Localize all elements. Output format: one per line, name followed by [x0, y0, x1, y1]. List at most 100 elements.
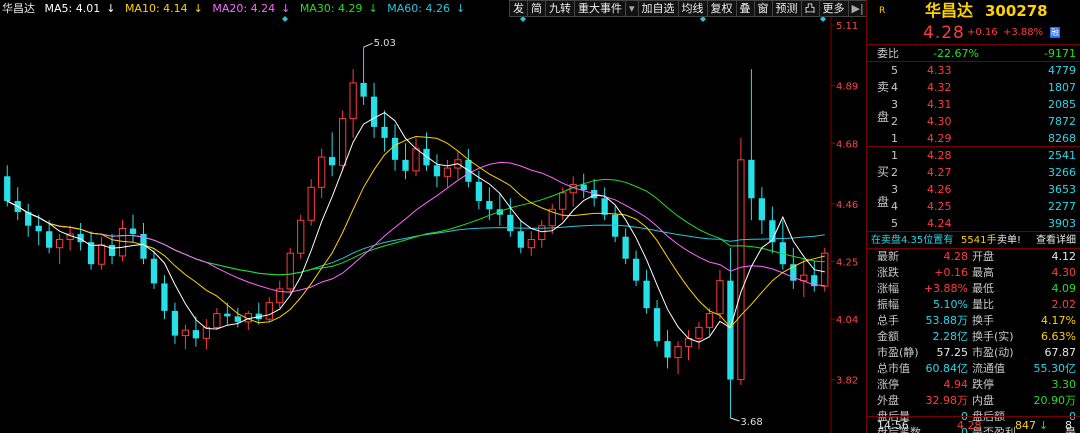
- price-change: +0.16: [967, 27, 998, 38]
- buy-order-row[interactable]: 4 4.25 2277: [867, 198, 1080, 215]
- stat-label: 外盘: [877, 394, 899, 407]
- toolbar-overlay-button[interactable]: 叠: [735, 0, 755, 17]
- tick-volume: 847: [1015, 419, 1036, 432]
- stat-row: 市盈(静) 57.25 市盈(动) 67.87: [867, 345, 1080, 361]
- legend-stock-name: 华昌达: [2, 2, 35, 15]
- stat-value: +3.88%: [923, 282, 968, 295]
- toolbar-convex-button[interactable]: 凸: [800, 0, 820, 17]
- stat-label: 涨停: [877, 378, 899, 391]
- candle-body: [297, 219, 305, 254]
- candle-body: [129, 228, 137, 234]
- candle-body: [580, 184, 587, 191]
- candle-body: [737, 159, 745, 381]
- candle-body: [622, 236, 629, 259]
- candle-body: [443, 167, 452, 177]
- stat-label: 振幅: [877, 298, 899, 311]
- big-order-notice[interactable]: 在卖盘4.35位置有 5541手 卖单! 查看详细: [867, 231, 1080, 248]
- candle-body: [412, 148, 420, 172]
- price-tick-label: 4.89: [836, 82, 858, 93]
- buy-order-volume: 3903: [1048, 217, 1076, 230]
- buy-order-volume: 3266: [1048, 166, 1076, 179]
- candle-body: [224, 313, 231, 317]
- notice-detail-link[interactable]: 查看详细: [1036, 232, 1076, 249]
- kline-chart[interactable]: 5.11 4.89 4.68 4.46 4.25 4.04 3.82 5.03 3.68: [0, 0, 866, 433]
- sell-order-volume: 2085: [1048, 98, 1076, 111]
- buy-order-row[interactable]: 5 4.24 3903: [867, 215, 1080, 232]
- toolbar-events-dropdown-icon[interactable]: ▾: [625, 0, 639, 17]
- candle-body: [265, 302, 273, 320]
- stat-value: 2.28亿: [932, 330, 969, 343]
- toolbar-more-button[interactable]: 更多: [818, 0, 849, 17]
- buy-order-price: 4.26: [927, 183, 952, 196]
- r-mark: R: [879, 6, 886, 16]
- buy-order-row[interactable]: 2 4.27 3266: [867, 164, 1080, 181]
- candle-body: [234, 316, 241, 322]
- candle-body: [653, 308, 661, 342]
- buy-order-price: 4.25: [927, 200, 952, 213]
- toolbar-fa-button[interactable]: 发: [509, 0, 528, 17]
- toolbar-add-watch-button[interactable]: 加自选: [637, 0, 679, 17]
- stat-row: 涨幅 +3.88% 最低 4.09: [867, 281, 1080, 297]
- stat-row: 外盘 32.98万 内盘 20.90万: [867, 393, 1080, 409]
- toolbar-window-button[interactable]: 窗: [753, 0, 773, 17]
- weibi-pct: -22.67%: [933, 47, 979, 60]
- tick-direction-icon: ↓: [1039, 419, 1049, 432]
- candle-body: [391, 137, 399, 160]
- buy-order-row[interactable]: 3 4.26 3653: [867, 181, 1080, 198]
- toolbar-ma-button[interactable]: 均线: [677, 0, 708, 17]
- stat-label: 金额: [877, 330, 899, 343]
- sell-order-row[interactable]: 3 4.31 2085: [867, 96, 1080, 113]
- toolbar-jiuzhuan-button[interactable]: 九转: [545, 0, 575, 17]
- legend-ma30-value: MA30: 4.29: [299, 2, 363, 15]
- sell-order-price: 4.30: [927, 115, 952, 128]
- stat-label: 涨幅: [877, 282, 899, 295]
- stock-name: 华昌达: [925, 1, 974, 20]
- stat-value: 2.02: [1051, 298, 1077, 311]
- legend-ma5-value: MA5: 4.01: [44, 2, 101, 15]
- candle-body: [35, 225, 42, 232]
- stat-value: 53.88万: [925, 314, 969, 327]
- stat-value: 20.90万: [1033, 394, 1077, 407]
- price-line: 4.28 +0.16 +3.88% 融: [867, 22, 1080, 44]
- stat-label: 最高: [972, 266, 994, 279]
- kline-chart-area[interactable]: 5.11 4.89 4.68 4.46 4.25 4.04 3.82 5.03 3.68 华昌达…: [0, 0, 881, 433]
- buy-order-volume: 2277: [1048, 200, 1076, 213]
- chart-toolbar: 发 简 九转 重大事件 ▾ 加自选 均线 复权 叠 窗 预测 凸 更多 ▶| ▾: [509, 0, 881, 17]
- buy-order-row[interactable]: 1 4.28 2541: [867, 147, 1080, 164]
- ma20-line: [6, 161, 825, 293]
- legend-ma30: MA30: 4.29 ↓: [299, 2, 378, 15]
- toolbar-jian-button[interactable]: 简: [527, 0, 546, 17]
- sell-order-volume: 1807: [1048, 81, 1076, 94]
- buy-order-price: 4.27: [927, 166, 952, 179]
- stat-value: 32.98万: [925, 394, 969, 407]
- sell-order-level: 3: [891, 98, 898, 111]
- toolbar-adjust-button[interactable]: 复权: [706, 0, 737, 17]
- candle-body: [402, 159, 409, 171]
- stat-row: 金额 2.28亿 换手(实) 6.63%: [867, 329, 1080, 345]
- candle-body: [674, 346, 682, 359]
- stock-code: 300278: [985, 2, 1048, 20]
- stock-terminal: 5.11 4.89 4.68 4.46 4.25 4.04 3.82 5.03 3.68 华昌达…: [0, 0, 1080, 433]
- legend-ma20-value: MA20: 4.24: [212, 2, 276, 15]
- stat-label: 市盈(静): [877, 346, 919, 359]
- legend-ma20: MA20: 4.24 ↓: [212, 2, 291, 15]
- ma-legend: 华昌达 MA5: 4.01 ↓ MA10: 4.14 ↓ MA20: 4.24 ↓ M…: [0, 0, 510, 17]
- candle-body: [381, 126, 388, 138]
- candle-body: [213, 313, 221, 328]
- stats-table: 最新 4.28 开盘 4.12 涨跌 +0.16 最高 4.30 涨幅 +3.88% 最低 4.09 振…: [867, 248, 1080, 433]
- sell-order-level: 2: [891, 115, 898, 128]
- sell-order-row[interactable]: 4 4.32 1807: [867, 79, 1080, 96]
- toolbar-events-button[interactable]: 重大事件: [574, 0, 626, 17]
- toolbar-predict-button[interactable]: 预测: [771, 0, 802, 17]
- stat-value: 4.09: [1051, 282, 1077, 295]
- stat-row: 振幅 5.10% 量比 2.02: [867, 297, 1080, 313]
- legend-ma60-value: MA60: 4.26: [387, 2, 450, 15]
- sell-order-price: 4.29: [927, 132, 952, 145]
- stat-value: 4.28: [943, 250, 969, 263]
- toolbar-play-icon[interactable]: ▶|: [847, 0, 868, 17]
- sell-order-row[interactable]: 2 4.30 7872: [867, 113, 1080, 130]
- buy-order-level: 3: [891, 183, 898, 196]
- sell-order-row[interactable]: 1 4.29 8268: [867, 130, 1080, 147]
- candle-body: [97, 244, 106, 265]
- sell-order-row[interactable]: 5 4.33 4779: [867, 62, 1080, 79]
